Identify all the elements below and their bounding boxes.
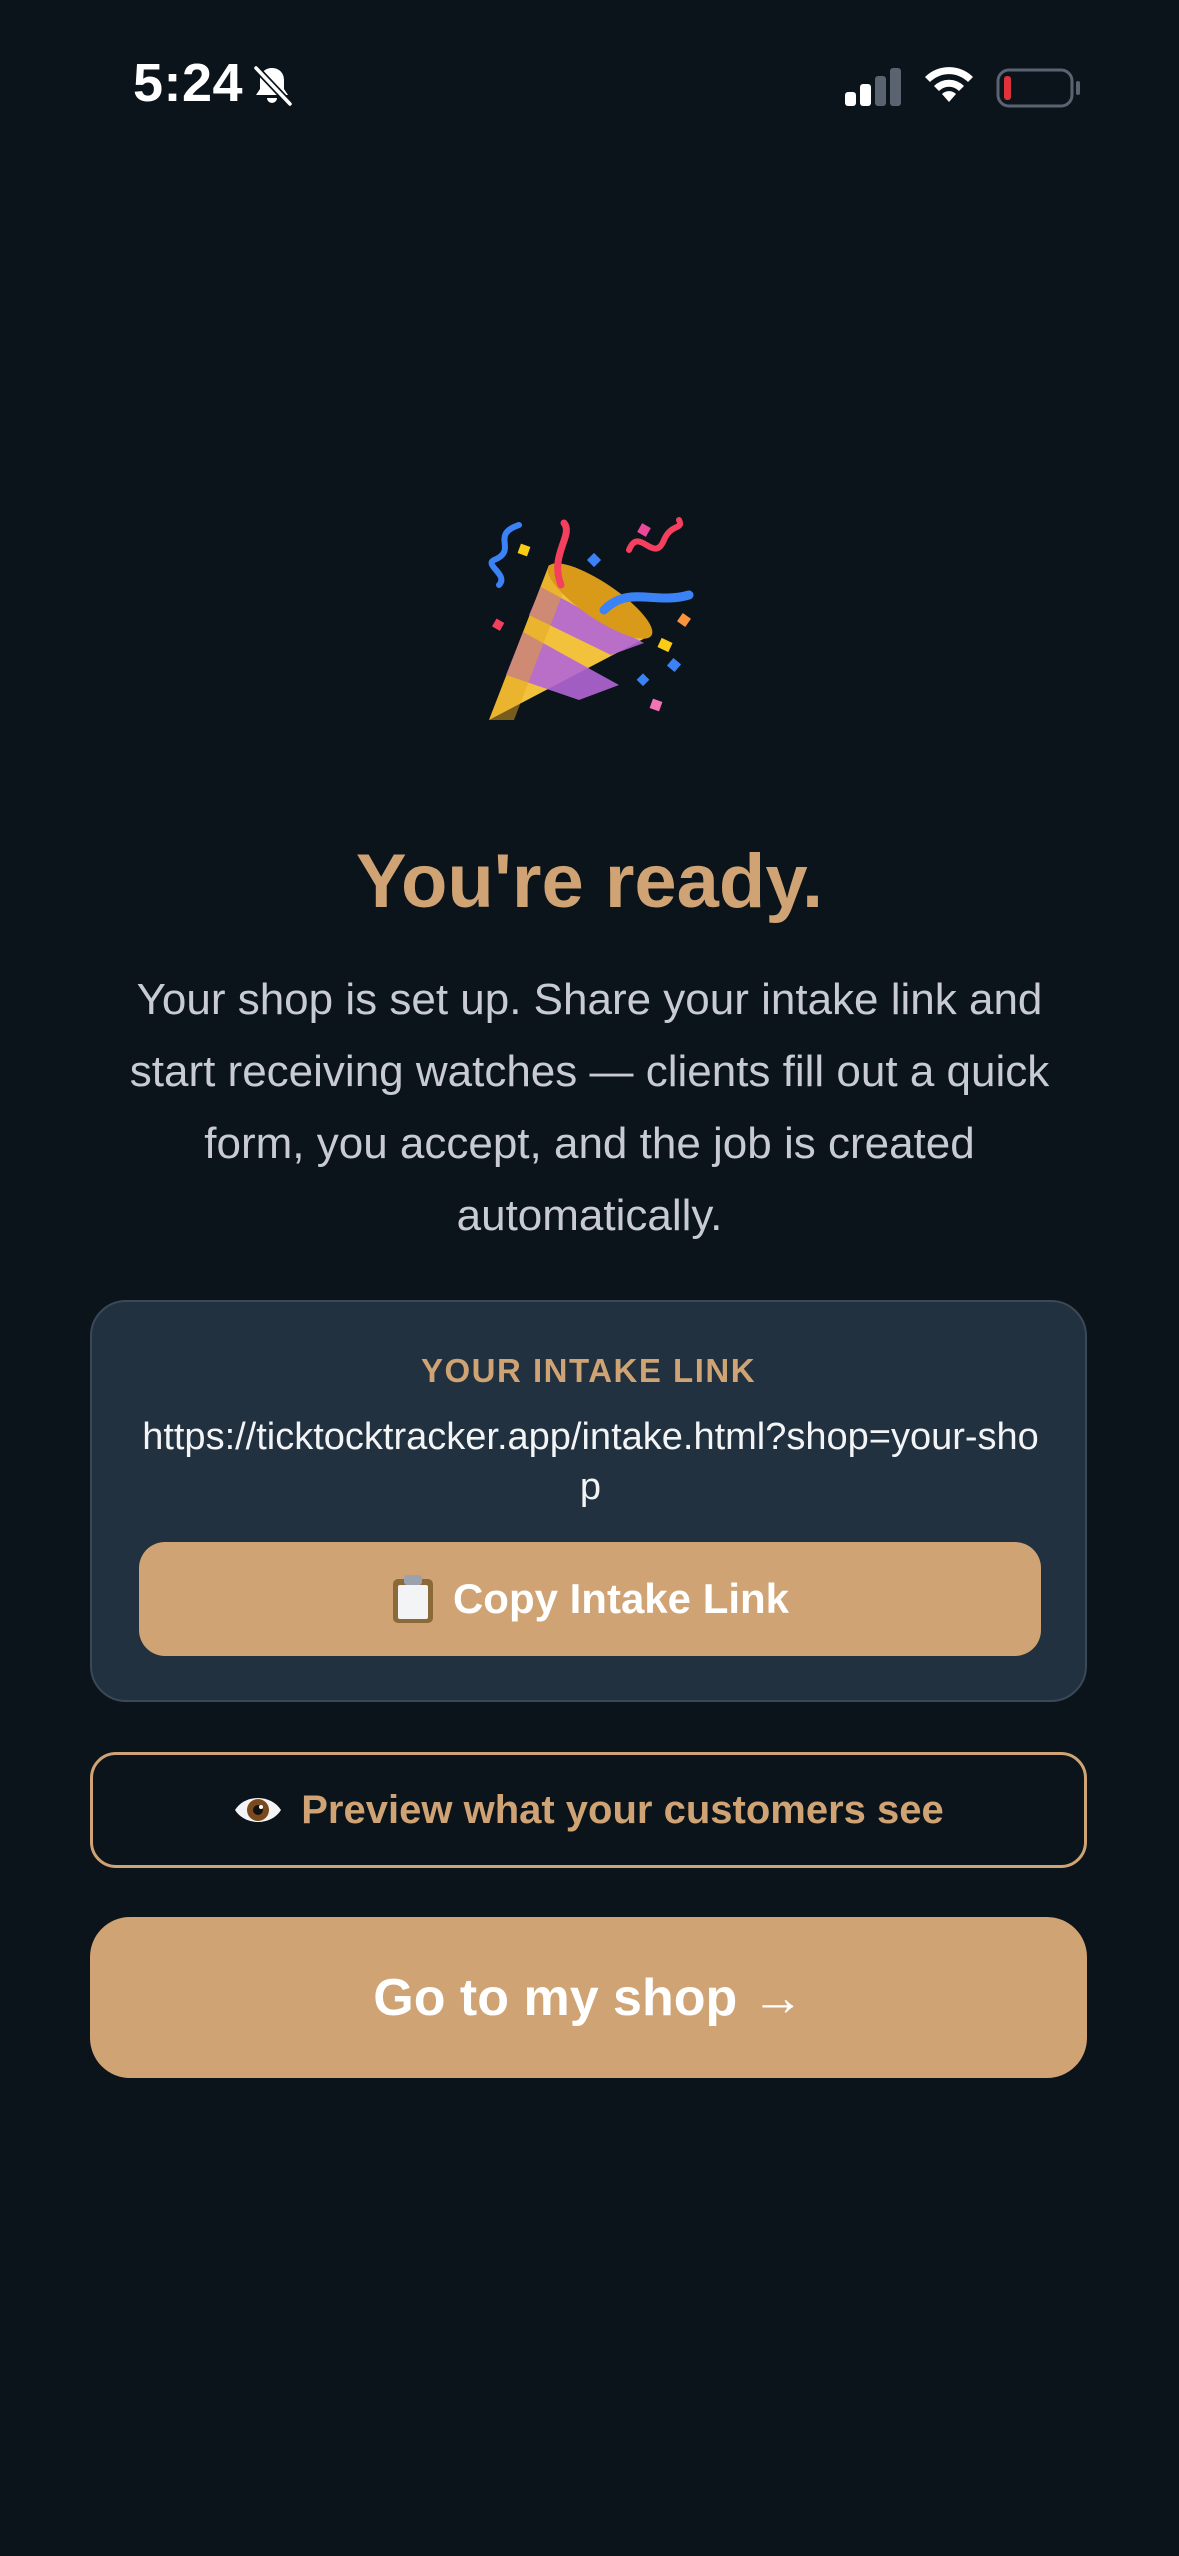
copy-intake-link-label: Copy Intake Link — [452, 1575, 790, 1622]
intake-link-card: YOUR INTAKE LINK https://ticktocktracker… — [90, 1300, 1087, 1702]
party-popper-icon — [488, 517, 694, 720]
wifi-icon — [925, 67, 973, 102]
cellular-signal-icon — [845, 68, 901, 106]
intake-link-label: YOUR INTAKE LINK — [420, 1352, 757, 1389]
clipboard-icon — [392, 1575, 433, 1623]
preview-customers-button[interactable]: Preview what your customers see — [90, 1752, 1087, 1868]
copy-intake-link-button[interactable]: Copy Intake Link — [139, 1542, 1041, 1656]
status-bar: 5:24 — [0, 0, 1179, 160]
status-time: 5:24 — [133, 53, 244, 113]
intake-link-url: https://ticktocktracker.app/intake.html?… — [142, 1416, 1039, 1508]
bell-slash-icon — [253, 65, 293, 107]
setup-description: Your shop is set up. Share your intake l… — [129, 975, 1050, 1240]
battery-low-icon — [996, 68, 1080, 108]
eye-icon — [235, 1798, 282, 1822]
go-to-shop-button[interactable]: Go to my shop → — [90, 1917, 1087, 2078]
preview-customers-label: Preview what your customers see — [301, 1787, 944, 1832]
go-to-shop-label: Go to my shop → — [373, 1968, 804, 2027]
page-title: You're ready. — [355, 839, 824, 924]
